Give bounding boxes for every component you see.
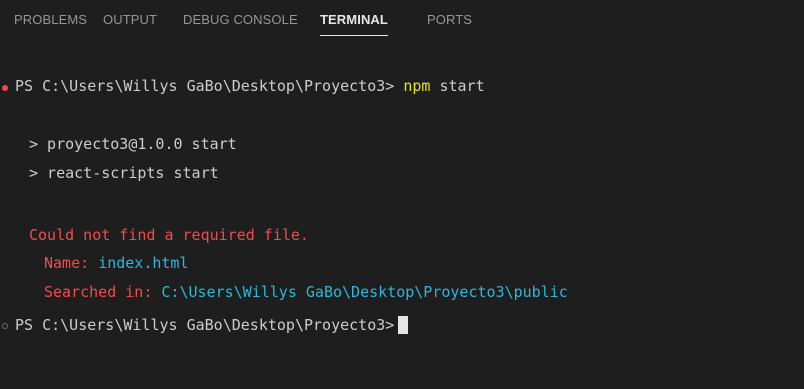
command-line: PS C:\Users\Willys GaBo\Desktop\Proyecto… bbox=[15, 76, 485, 96]
tab-ports[interactable]: PORTS bbox=[427, 0, 472, 40]
name-line: Name: index.html bbox=[44, 253, 189, 273]
script-line-2: > react-scripts start bbox=[29, 164, 219, 182]
tab-terminal-label: TERMINAL bbox=[320, 12, 388, 27]
block-cursor bbox=[398, 316, 409, 334]
command-prompt: PS C:\Users\Willys GaBo\Desktop\Proyecto… bbox=[15, 77, 395, 95]
command-npm: npm bbox=[403, 77, 431, 95]
tab-problems-label: PROBLEMS bbox=[14, 12, 88, 27]
searched-value: C:\Users\Willys GaBo\Desktop\Proyecto3\p… bbox=[161, 283, 568, 301]
final-prompt-line: PS C:\Users\Willys GaBo\Desktop\Proyecto… bbox=[15, 315, 409, 335]
tab-debug-console-label: DEBUG CONSOLE bbox=[183, 12, 298, 27]
tab-output-label: OUTPUT bbox=[103, 12, 158, 27]
tab-output[interactable]: OUTPUT bbox=[103, 0, 157, 40]
searched-line: Searched in: C:\Users\Willys GaBo\Deskto… bbox=[44, 282, 568, 302]
name-label: Name: bbox=[44, 254, 90, 272]
tab-debug-console[interactable]: DEBUG CONSOLE bbox=[183, 0, 298, 40]
searched-label: Searched in: bbox=[44, 283, 153, 301]
command-args: start bbox=[439, 77, 485, 95]
terminal-panel: PROBLEMS OUTPUT DEBUG CONSOLE TERMINAL P… bbox=[0, 0, 804, 389]
error-dot-icon[interactable] bbox=[2, 85, 8, 91]
hollow-dot-icon[interactable] bbox=[2, 323, 8, 329]
tab-ports-label: PORTS bbox=[427, 12, 473, 27]
panel-tab-bar: PROBLEMS OUTPUT DEBUG CONSOLE TERMINAL P… bbox=[0, 0, 804, 40]
name-value: index.html bbox=[98, 254, 189, 272]
final-prompt: PS C:\Users\Willys GaBo\Desktop\Proyecto… bbox=[15, 316, 395, 334]
active-tab-indicator bbox=[320, 35, 388, 36]
script-line-1: > proyecto3@1.0.0 start bbox=[29, 135, 237, 153]
error-message: Could not find a required file. bbox=[29, 226, 309, 244]
tab-problems[interactable]: PROBLEMS bbox=[14, 0, 87, 40]
terminal-output[interactable]: PS C:\Users\Willys GaBo\Desktop\Proyecto… bbox=[0, 40, 804, 389]
tab-terminal[interactable]: TERMINAL bbox=[320, 0, 388, 40]
